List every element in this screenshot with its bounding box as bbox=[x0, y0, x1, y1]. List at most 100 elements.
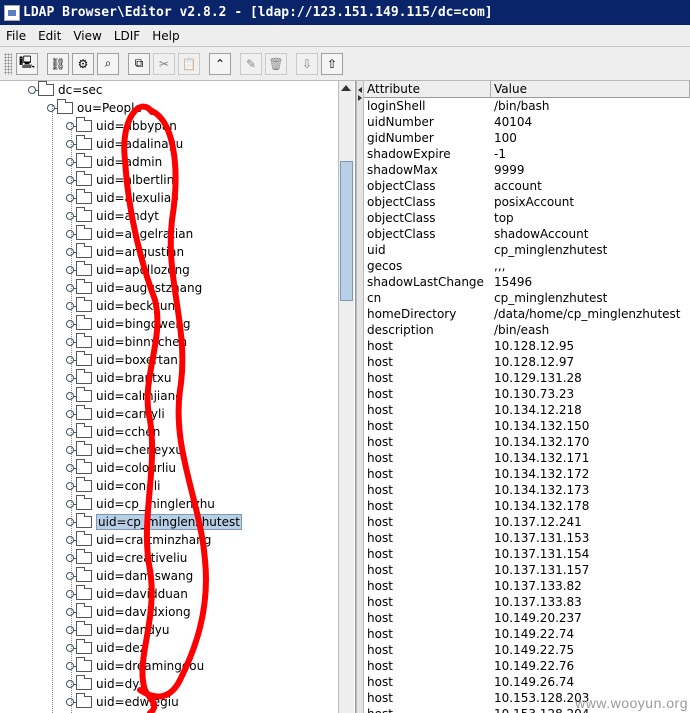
menu-help[interactable]: Help bbox=[146, 29, 185, 43]
table-row[interactable]: host 10.134.132.178 bbox=[364, 498, 690, 514]
cut-button[interactable]: ✂ bbox=[153, 52, 175, 75]
table-row[interactable]: loginShell/bin/bash bbox=[364, 98, 690, 114]
table-row[interactable]: host 10.149.22.76 bbox=[364, 658, 690, 674]
table-row[interactable]: host 10.134.132.171 bbox=[364, 450, 690, 466]
tree-toggle-icon[interactable] bbox=[66, 302, 79, 310]
tree-node-user[interactable]: uid=adalinayu bbox=[66, 135, 183, 153]
table-row[interactable]: host 10.134.132.170 bbox=[364, 434, 690, 450]
table-row[interactable]: host 10.137.131.157 bbox=[364, 562, 690, 578]
tree-toggle-icon[interactable] bbox=[66, 590, 79, 598]
table-row[interactable]: host 10.130.73.23 bbox=[364, 386, 690, 402]
tree-node-user[interactable]: uid=edwiegiu bbox=[66, 693, 179, 711]
tree-node-user[interactable]: uid=congli bbox=[66, 477, 160, 495]
tree-toggle-icon[interactable] bbox=[66, 122, 79, 130]
table-row[interactable]: host 10.149.22.74 bbox=[364, 626, 690, 642]
tree-node-user[interactable]: uid=calmjiang bbox=[66, 387, 183, 405]
toolbar-grip[interactable] bbox=[4, 52, 12, 75]
table-row[interactable]: host 10.137.131.153 bbox=[364, 530, 690, 546]
table-row[interactable]: shadowMax 9999 bbox=[364, 162, 690, 178]
collapse-left-arrow-icon[interactable] bbox=[358, 87, 362, 93]
table-row[interactable]: uidNumber 40104 bbox=[364, 114, 690, 130]
tree-node-user[interactable]: uid=dy bbox=[66, 675, 139, 693]
tree-toggle-icon[interactable] bbox=[66, 536, 79, 544]
tree-toggle-icon[interactable] bbox=[66, 608, 79, 616]
table-row[interactable]: shadowExpire -1 bbox=[364, 146, 690, 162]
paste-button[interactable]: 📋 bbox=[178, 52, 200, 75]
table-row[interactable]: host 10.137.131.154 bbox=[364, 546, 690, 562]
table-row[interactable]: host 10.137.133.82 bbox=[364, 578, 690, 594]
up-arrow-button[interactable]: ⌃ bbox=[209, 52, 231, 75]
table-row[interactable]: host 10.149.22.75 bbox=[364, 642, 690, 658]
tree-toggle-icon[interactable] bbox=[66, 194, 79, 202]
tree-toggle-icon[interactable] bbox=[28, 86, 41, 94]
tree-node-user[interactable]: uid=admin bbox=[66, 153, 162, 171]
tree-node-user[interactable]: uid=davidduan bbox=[66, 585, 188, 603]
tree-toggle-icon[interactable] bbox=[66, 554, 79, 562]
header-value[interactable]: Value bbox=[491, 81, 690, 98]
table-row[interactable]: host 10.149.26.74 bbox=[364, 674, 690, 690]
tree-toggle-icon[interactable] bbox=[66, 572, 79, 580]
tree-node-user[interactable]: uid=dez bbox=[66, 639, 146, 657]
connect-button[interactable]: ⚙ bbox=[72, 52, 94, 75]
tree-scrollbar[interactable] bbox=[338, 81, 354, 713]
tree-toggle-icon[interactable] bbox=[66, 356, 79, 364]
table-row[interactable]: cn cp_minglenzhutest bbox=[364, 290, 690, 306]
tree-node-root[interactable]: dc=sec bbox=[28, 81, 103, 99]
table-row[interactable]: objectClass posixAccount bbox=[364, 194, 690, 210]
tree-node-user[interactable]: uid=damiswang bbox=[66, 567, 193, 585]
tree-node-user[interactable]: uid=craftminzhang bbox=[66, 531, 211, 549]
copy-button[interactable]: ⧉ bbox=[128, 52, 150, 75]
table-row[interactable]: objectClass top bbox=[364, 210, 690, 226]
tree-node-user[interactable]: uid=cheneyxu bbox=[66, 441, 183, 459]
tree-node-user[interactable]: uid=angustian bbox=[66, 243, 184, 261]
attribute-table[interactable]: Attribute Value loginShell/bin/bash uidNu… bbox=[364, 81, 690, 713]
tree-toggle-icon[interactable] bbox=[66, 410, 79, 418]
tree-node-user[interactable]: uid=albertlin bbox=[66, 171, 174, 189]
tree-toggle-icon[interactable] bbox=[66, 248, 79, 256]
scroll-up-arrow-icon[interactable] bbox=[341, 85, 351, 91]
header-attribute[interactable]: Attribute bbox=[364, 81, 491, 98]
tree-node-user[interactable]: uid=beckyun bbox=[66, 297, 175, 315]
tree-node-user[interactable]: uid=colourliu bbox=[66, 459, 176, 477]
tree-toggle-icon[interactable] bbox=[66, 212, 79, 220]
table-row[interactable]: host 10.129.131.28 bbox=[364, 370, 690, 386]
scroll-thumb[interactable] bbox=[340, 161, 353, 301]
tree-pane[interactable]: dc=sec ou=People uid=abbypan uid=adalinayu u… bbox=[0, 81, 356, 713]
binoculars-button[interactable]: ⌕ bbox=[97, 52, 119, 75]
tree-node-user[interactable]: uid=cp_minglenzhutest bbox=[66, 513, 242, 531]
tree-node-user[interactable]: uid=creativeliu bbox=[66, 549, 187, 567]
table-row[interactable]: host 10.134.12.218 bbox=[364, 402, 690, 418]
tree-toggle-icon[interactable] bbox=[66, 392, 79, 400]
table-row[interactable]: host 10.134.132.172 bbox=[364, 466, 690, 482]
table-row[interactable]: host 10.128.12.97 bbox=[364, 354, 690, 370]
tree-toggle-icon[interactable] bbox=[66, 374, 79, 382]
tree-toggle-icon[interactable] bbox=[66, 644, 79, 652]
edit-button[interactable]: ✎ bbox=[240, 52, 262, 75]
export-button[interactable]: ⇧ bbox=[321, 52, 343, 75]
tree-node-user[interactable]: uid=apollozong bbox=[66, 261, 190, 279]
tree-toggle-icon[interactable] bbox=[66, 626, 79, 634]
tree-node-user[interactable]: uid=abbypan bbox=[66, 117, 177, 135]
tree-node-user[interactable]: uid=cp_minglenzhu bbox=[66, 495, 215, 513]
table-row[interactable]: host 10.134.132.150 bbox=[364, 418, 690, 434]
tree-node-user[interactable]: uid=alexuliao bbox=[66, 189, 179, 207]
tree-toggle-icon[interactable] bbox=[66, 698, 79, 706]
delete-button[interactable]: 🗑 bbox=[265, 52, 287, 75]
table-row[interactable]: uid cp_minglenzhutest bbox=[364, 242, 690, 258]
tree-toggle-icon[interactable] bbox=[66, 446, 79, 454]
tree-toggle-icon[interactable] bbox=[66, 500, 79, 508]
tree-toggle-icon[interactable] bbox=[66, 428, 79, 436]
menu-view[interactable]: View bbox=[67, 29, 107, 43]
table-row[interactable]: homeDirectory/data/home/cp_minglenzhutes… bbox=[364, 306, 690, 322]
expand-right-arrow-icon[interactable] bbox=[358, 95, 362, 101]
table-row[interactable]: description/bin/eash bbox=[364, 322, 690, 338]
tree-toggle-icon[interactable] bbox=[66, 320, 79, 328]
tree-node-user[interactable]: uid=dandyu bbox=[66, 621, 170, 639]
tree-node-user[interactable]: uid=davidxiong bbox=[66, 603, 191, 621]
tree-toggle-icon[interactable] bbox=[47, 104, 60, 112]
menu-edit[interactable]: Edit bbox=[32, 29, 67, 43]
table-row[interactable]: gecos,,, bbox=[364, 258, 690, 274]
tree-node-user[interactable]: uid=carnyli bbox=[66, 405, 165, 423]
computer-button[interactable]: 🖳 bbox=[16, 52, 38, 75]
tree-toggle-icon[interactable] bbox=[66, 464, 79, 472]
